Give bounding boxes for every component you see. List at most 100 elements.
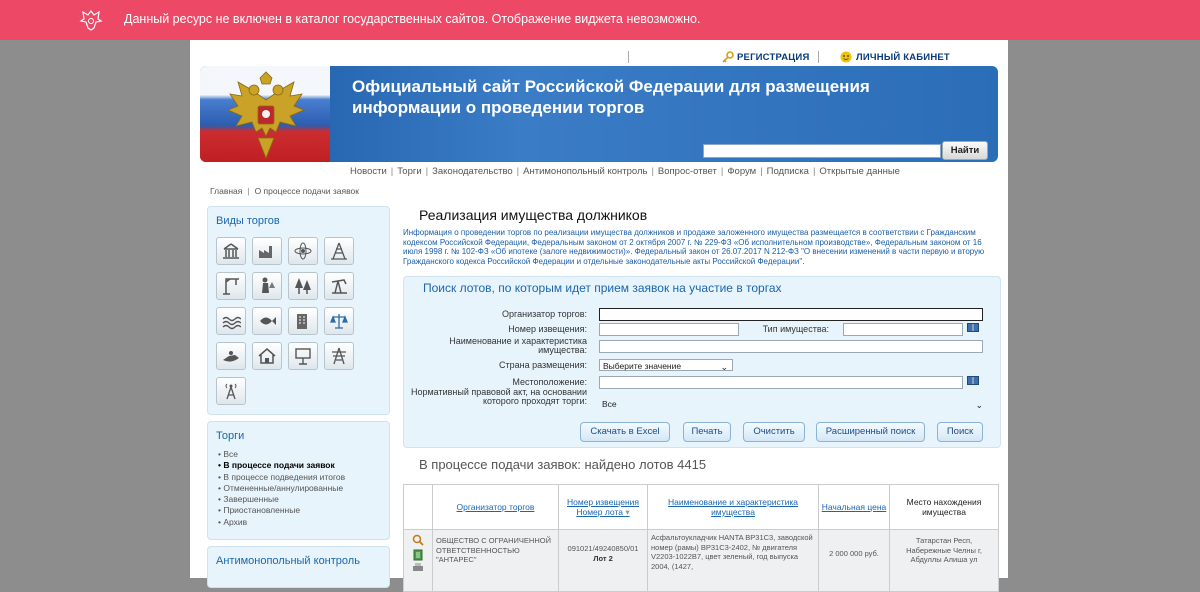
- radio-tower-icon: [225, 383, 237, 400]
- organizer-column-header[interactable]: Организатор торгов: [432, 484, 559, 530]
- name-label: Наименование и характеристика имущества:: [449, 336, 587, 355]
- country-select[interactable]: Выберите значение ⌄: [599, 359, 733, 372]
- trades-panel: Торги ВсеВ процессе подачи заявокВ проце…: [207, 421, 390, 540]
- trades-list-item[interactable]: В процессе подведения итогов: [218, 472, 345, 483]
- trade-types-title: Виды торгов: [216, 215, 280, 227]
- page-container: РЕГИСТРАЦИЯ ЛИЧНЫЙ КАБИНЕТ Официальный с…: [190, 40, 1008, 592]
- price-column-header[interactable]: Начальная цена: [818, 484, 890, 530]
- organizer-label: Организатор торгов:: [502, 309, 587, 319]
- antimonopoly-title[interactable]: Антимонопольный контроль: [216, 555, 360, 567]
- row-name: Асфальтоукладчик HANTA BP31C3, заводской…: [647, 529, 819, 592]
- row-price: 2 000 000 руб.: [818, 529, 890, 592]
- page-title: Реализация имущества должников: [419, 207, 648, 223]
- nav-item[interactable]: Новости: [350, 166, 387, 177]
- legal-act-label: Нормативный правовой акт, на основании к…: [410, 387, 587, 406]
- cabinet-link[interactable]: ЛИЧНЫЙ КАБИНЕТ: [856, 52, 950, 63]
- trades-list-item[interactable]: В процессе подачи заявок: [218, 460, 345, 471]
- notice-column-header[interactable]: Номер извещения Номер лота ▾: [558, 484, 648, 530]
- nav-item[interactable]: Торги: [397, 166, 421, 177]
- power-tower-icon: [332, 347, 346, 365]
- site-search-button[interactable]: Найти: [942, 141, 988, 160]
- location-input[interactable]: [599, 376, 963, 389]
- trade-type-button[interactable]: [216, 377, 246, 405]
- property-type-input[interactable]: [843, 323, 963, 336]
- user-icon: [840, 51, 852, 63]
- divider: [628, 51, 629, 63]
- nav-item[interactable]: Вопрос-ответ: [658, 166, 717, 177]
- excel-download-button[interactable]: Скачать в Excel: [580, 422, 670, 442]
- notice-number-input[interactable]: [599, 323, 739, 336]
- divider: [818, 51, 819, 63]
- trade-type-button[interactable]: [216, 342, 246, 370]
- legal-act-select-value: Все: [602, 399, 617, 409]
- trade-type-button[interactable]: [252, 342, 282, 370]
- table-row[interactable]: ОБЩЕСТВО С ОГРАНИЧЕННОЙ ОТВЕТСТВЕННОСТЬЮ…: [403, 529, 999, 592]
- trades-list-item[interactable]: Завершенные: [218, 494, 345, 505]
- nav-item[interactable]: Законодательство: [432, 166, 513, 177]
- directory-icon[interactable]: [967, 376, 979, 386]
- trade-type-button[interactable]: [288, 237, 318, 265]
- trade-type-button[interactable]: [288, 272, 318, 300]
- site-search-input[interactable]: [703, 144, 941, 158]
- trade-type-button[interactable]: [216, 237, 246, 265]
- results-caption: В процессе подачи заявок: найдено лотов …: [419, 457, 707, 472]
- factory-icon: [259, 246, 272, 258]
- trades-list: ВсеВ процессе подачи заявокВ процессе по…: [218, 449, 345, 528]
- nav-item[interactable]: Подписка: [767, 166, 809, 177]
- site-banner: Официальный сайт Российской Федерации дл…: [200, 66, 998, 162]
- trade-type-button[interactable]: [324, 272, 354, 300]
- trade-types-panel: Виды торгов: [207, 206, 390, 415]
- sort-arrow-icon: ▾: [625, 506, 630, 517]
- register-link[interactable]: РЕГИСТРАЦИЯ: [737, 52, 809, 63]
- trades-list-item[interactable]: Все: [218, 449, 345, 460]
- breadcrumb-current: О процессе подачи заявок: [254, 186, 359, 196]
- nav-item[interactable]: Антимонопольный контроль: [523, 166, 647, 177]
- name-input[interactable]: [599, 340, 983, 353]
- trade-type-button[interactable]: [252, 307, 282, 335]
- organizer-input[interactable]: [599, 308, 983, 321]
- atom-icon: [294, 242, 312, 260]
- user-links: РЕГИСТРАЦИЯ ЛИЧНЫЙ КАБИНЕТ: [190, 40, 1008, 66]
- nav-item[interactable]: Открытые данные: [819, 166, 900, 177]
- search-button[interactable]: Поиск: [937, 422, 983, 442]
- main-nav: Новости | Торги | Законодательство | Антимоноп…: [350, 166, 990, 177]
- legal-act-select[interactable]: Все ⌄: [599, 398, 987, 410]
- notice-number-label: Номер извещения:: [508, 324, 587, 334]
- clear-button[interactable]: Очистить: [743, 422, 805, 442]
- antimonopoly-panel: Антимонопольный контроль: [207, 546, 390, 588]
- trades-list-item[interactable]: Архив: [218, 517, 345, 528]
- trade-type-button[interactable]: [288, 342, 318, 370]
- advanced-search-button[interactable]: Расширенный поиск: [816, 422, 925, 442]
- print-button[interactable]: Печать: [683, 422, 731, 442]
- trade-type-button[interactable]: [288, 307, 318, 335]
- nav-divider: |: [720, 166, 724, 177]
- trade-type-button[interactable]: [324, 342, 354, 370]
- forest-person-icon: [262, 277, 275, 293]
- coat-of-arms-icon: [79, 10, 103, 31]
- nav-divider: |: [516, 166, 520, 177]
- nav-divider: |: [425, 166, 429, 177]
- table-header-row: Организатор торгов Номер извещения Номер…: [403, 484, 999, 530]
- location-column-header: Место нахождения имущества: [889, 484, 999, 530]
- print-icon[interactable]: [412, 563, 424, 573]
- name-column-header[interactable]: Наименование и характеристика имущества: [647, 484, 819, 530]
- site-title: Официальный сайт Российской Федерации дл…: [352, 77, 870, 117]
- trees-icon: [295, 278, 311, 294]
- trade-type-button[interactable]: [324, 307, 354, 335]
- trades-list-item[interactable]: Отмененные/аннулированные: [218, 483, 345, 494]
- trade-type-button[interactable]: [216, 307, 246, 335]
- trade-type-button[interactable]: [216, 272, 246, 300]
- trades-list-item[interactable]: Приостановленные: [218, 505, 345, 516]
- trade-type-button[interactable]: [252, 237, 282, 265]
- key-icon: [722, 51, 734, 63]
- document-icon[interactable]: [412, 549, 424, 561]
- alert-message: Данный ресурс не включен в каталог госуд…: [124, 12, 701, 26]
- trade-type-button[interactable]: [252, 272, 282, 300]
- view-icon[interactable]: [412, 534, 424, 546]
- breadcrumb-home[interactable]: Главная: [210, 186, 242, 196]
- nav-item[interactable]: Форум: [727, 166, 756, 177]
- trade-type-button[interactable]: [324, 237, 354, 265]
- directory-icon[interactable]: [967, 323, 979, 333]
- row-actions: [403, 529, 433, 592]
- actions-header: [403, 484, 433, 530]
